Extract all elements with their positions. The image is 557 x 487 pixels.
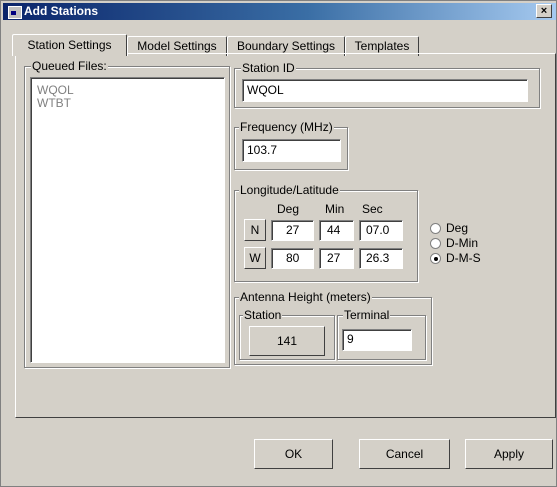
antenna-terminal-value: 9 <box>347 332 354 346</box>
format-dms-label[interactable]: D-M-S <box>446 251 481 265</box>
app-icon <box>8 6 22 19</box>
close-button[interactable]: × <box>536 4 552 18</box>
coordinates-label: Longitude/Latitude <box>239 183 340 197</box>
latitude-sec-value: 07.0 <box>366 223 390 237</box>
min-header: Min <box>325 202 345 216</box>
longitude-sec-value: 26.3 <box>366 251 390 265</box>
longitude-deg-value: 80 <box>286 251 300 265</box>
frequency-value: 103.7 <box>247 143 278 157</box>
list-item[interactable]: WQOL <box>37 83 74 97</box>
longitude-deg-input[interactable]: 80 <box>271 248 314 269</box>
latitude-sec-input[interactable]: 07.0 <box>359 220 403 241</box>
station-id-value: WQOL <box>247 83 284 97</box>
longitude-min-value: 27 <box>327 251 341 265</box>
longitude-min-input[interactable]: 27 <box>319 248 354 269</box>
format-dms-radio[interactable] <box>430 253 441 264</box>
longitude-hemisphere-button[interactable]: W <box>244 247 266 269</box>
apply-button[interactable]: Apply <box>465 439 553 469</box>
frequency-input[interactable]: 103.7 <box>242 139 341 162</box>
format-dmin-label[interactable]: D-Min <box>446 236 478 250</box>
station-id-label: Station ID <box>241 61 296 75</box>
frequency-label: Frequency (MHz) <box>239 120 334 134</box>
antenna-terminal-label: Terminal <box>343 308 391 322</box>
ok-button[interactable]: OK <box>254 439 333 469</box>
queued-files-list[interactable]: WQOL WTBT <box>30 77 225 363</box>
queued-files-label: Queued Files: <box>31 59 108 73</box>
cancel-button[interactable]: Cancel <box>359 439 450 469</box>
antenna-terminal-input[interactable]: 9 <box>342 329 412 351</box>
list-item[interactable]: WTBT <box>37 96 71 110</box>
sec-header: Sec <box>362 202 383 216</box>
station-id-input[interactable]: WQOL <box>242 79 528 102</box>
window-title: Add Stations <box>24 4 98 18</box>
tab-station-settings[interactable]: Station Settings <box>12 34 127 56</box>
longitude-sec-input[interactable]: 26.3 <box>359 248 403 269</box>
format-dmin-radio[interactable] <box>430 238 441 249</box>
deg-header: Deg <box>277 202 300 216</box>
latitude-min-input[interactable]: 44 <box>319 220 354 241</box>
latitude-deg-input[interactable]: 27 <box>271 220 314 241</box>
add-stations-dialog: Add Stations × Station Settings Model Se… <box>0 0 557 487</box>
antenna-station-button[interactable]: 141 <box>249 326 325 356</box>
format-deg-radio[interactable] <box>430 223 441 234</box>
antenna-height-label: Antenna Height (meters) <box>239 290 372 304</box>
latitude-hemisphere-button[interactable]: N <box>244 219 266 241</box>
latitude-deg-value: 27 <box>286 223 300 237</box>
antenna-station-label: Station <box>243 308 283 322</box>
latitude-min-value: 44 <box>327 223 341 237</box>
title-bar: Add Stations × <box>3 3 556 20</box>
format-deg-label[interactable]: Deg <box>446 221 468 235</box>
